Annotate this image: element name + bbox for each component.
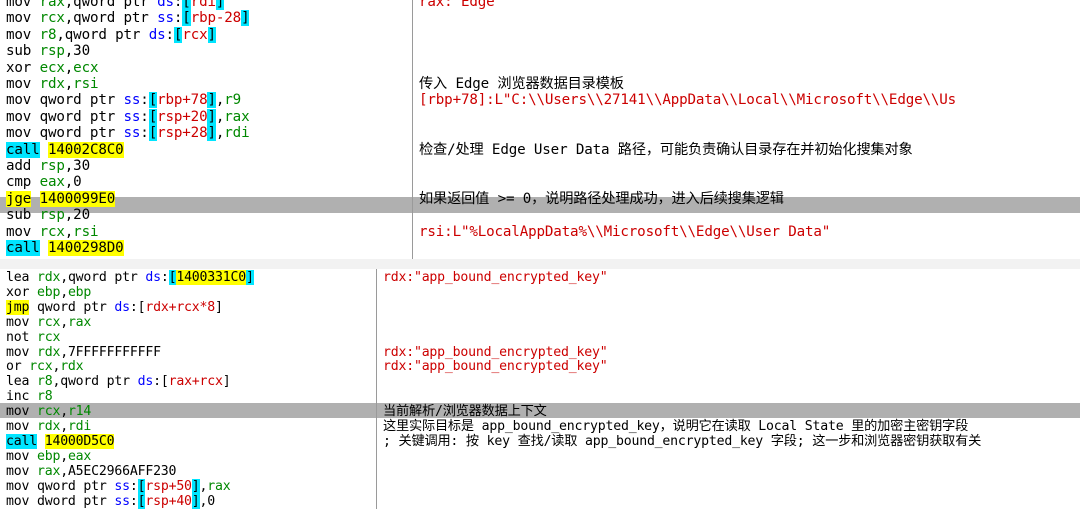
code-line[interactable]: mov rdx,rsi [0,76,412,92]
code-line[interactable]: xor ecx,ecx [0,60,412,76]
code-line[interactable]: mov rcx,r14 [0,404,376,420]
code-line[interactable]: mov rcx,rsi [0,224,412,240]
comment-column[interactable]: rax:"Edge" 传入 Edge 浏览器数据目录模板 [rbp+78]:L"… [413,0,1080,259]
disassembly-panel-top[interactable]: mov rax,qword ptr ds:[rdi] mov rcx,qword… [0,0,1080,259]
comment-line[interactable]: rdx:"app_bound_encrypted_key" [377,359,1080,375]
comment-column[interactable]: rdx:"app_bound_encrypted_key" rdx:"app_b… [377,269,1080,509]
comment-line[interactable]: rdx:"app_bound_encrypted_key" [377,345,1080,361]
code-line[interactable]: mov rdx,rdi [0,419,376,435]
code-line[interactable]: add rsp,30 [0,158,412,174]
code-line-jmp[interactable]: jmp qword ptr ds:[rdx+rcx*8] [0,299,376,316]
comment-line[interactable]: ; 关键调用: 按 key 查找/读取 app_bound_encrypted_… [377,434,1080,450]
code-line-jge[interactable]: jge 1400099E0 [0,190,412,207]
code-line[interactable]: cmp eax,0 [0,174,412,190]
comment-line[interactable]: rax:"Edge" [413,0,1080,10]
comment-line[interactable]: rdx:"app_bound_encrypted_key" [377,270,1080,286]
comment-line[interactable]: 检查/处理 Edge User Data 路径，可能负责确认目录存在并初始化搜集… [413,142,1080,158]
code-line-call[interactable]: call 1400298D0 [0,240,412,256]
code-line[interactable]: inc r8 [0,389,376,405]
panel-gap [0,259,1080,269]
code-line[interactable]: mov rcx,rax [0,315,376,331]
comment-line[interactable]: rsi:L"%LocalAppData%\\Microsoft\\Edge\\U… [413,224,1080,240]
code-line[interactable]: mov qword ptr ss:[rsp+20],rax [0,108,412,125]
code-line[interactable]: sub rsp,30 [0,43,412,59]
comment-line[interactable]: [rbp+78]:L"C:\\Users\\27141\\AppData\\Lo… [413,92,1080,108]
code-line[interactable]: mov rax,qword ptr ds:[rdi] [0,0,412,10]
code-line[interactable]: xor ebp,ebp [0,285,376,301]
code-line[interactable]: lea r8,qword ptr ds:[rax+rcx] [0,374,376,390]
code-line[interactable]: mov rax,A5EC2966AFF230 [0,464,376,480]
comment-line[interactable]: 这里实际目标是 app_bound_encrypted_key，说明它在读取 L… [377,419,1080,435]
code-line[interactable]: mov ebp,eax [0,449,376,465]
code-line[interactable]: mov rcx,qword ptr ss:[rbp-28] [0,10,412,27]
code-line-call[interactable]: call 14000D5C0 [0,433,376,450]
code-line[interactable]: mov qword ptr ss:[rsp+50],rax [0,478,376,495]
code-line-call[interactable]: call 14002C8C0 [0,141,412,158]
disassembly-panel-bottom[interactable]: lea rdx,qword ptr ds:[1400331C0] xor ebp… [0,269,1080,509]
comment-line[interactable]: 如果返回值 >= 0，说明路径处理成功，进入后续搜集逻辑 [413,191,1080,207]
code-line[interactable]: mov qword ptr ss:[rsp+28],rdi [0,125,412,142]
code-line[interactable]: mov qword ptr ss:[rbp+78],r9 [0,92,412,109]
code-line[interactable]: mov r8,qword ptr ds:[rcx] [0,26,412,43]
comment-line[interactable]: 传入 Edge 浏览器数据目录模板 [413,76,1080,92]
disassembly-code-column[interactable]: lea rdx,qword ptr ds:[1400331C0] xor ebp… [0,269,376,509]
code-line[interactable]: not rcx [0,330,376,346]
comment-line[interactable]: 当前解析/浏览器数据上下文 [377,404,1080,420]
code-line[interactable]: sub rsp,20 [0,207,412,223]
disassembly-code-column[interactable]: mov rax,qword ptr ds:[rdi] mov rcx,qword… [0,0,412,259]
code-line[interactable]: or rcx,rdx [0,359,376,375]
code-line[interactable]: mov rdx,7FFFFFFFFFFF [0,345,376,361]
code-line[interactable]: lea rdx,qword ptr ds:[1400331C0] [0,270,376,286]
code-line[interactable]: mov dword ptr ss:[rsp+40],0 [0,493,376,509]
